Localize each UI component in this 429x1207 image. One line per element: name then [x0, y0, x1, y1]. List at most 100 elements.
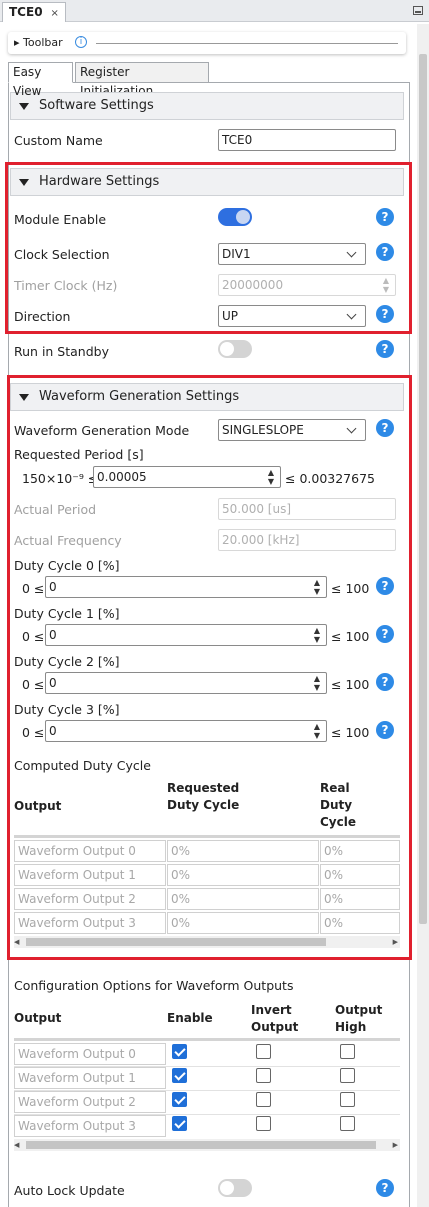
duty-cycle-2-min: 0 ≤ [22, 677, 45, 692]
run-in-standby-toggle[interactable] [218, 340, 252, 358]
enable-checkbox-1[interactable] [172, 1068, 187, 1083]
config-table-scrollbar[interactable]: ◀ ▶ [14, 1139, 400, 1151]
invert-checkbox-2[interactable] [256, 1092, 271, 1107]
direction-dropdown[interactable]: UP [218, 305, 366, 327]
config-header-high: Output High [335, 1003, 383, 1034]
duty-cycle-2-input[interactable]: 0 ▲ ▼ [45, 672, 327, 694]
duty-cycle-0-max: ≤ 100 [331, 581, 370, 596]
timer-clock-label: Timer Clock (Hz) [14, 278, 118, 293]
actual-frequency-value: 20.000 [kHz] [218, 529, 396, 551]
help-icon[interactable]: ? [376, 577, 394, 595]
info-icon[interactable]: i [75, 36, 87, 48]
column-header-requested: Requested Duty Cycle [167, 781, 240, 812]
actual-frequency-label: Actual Frequency [14, 533, 122, 548]
help-icon[interactable]: ? [376, 340, 394, 358]
toggle-knob [220, 342, 234, 356]
help-icon[interactable]: ? [376, 419, 394, 437]
actual-period-value: 50.000 [us] [218, 498, 396, 520]
duty-cycle-0-min: 0 ≤ [22, 581, 45, 596]
config-header-enable: Enable [167, 1011, 213, 1025]
run-in-standby-label: Run in Standby [14, 344, 109, 359]
module-enable-toggle[interactable] [218, 208, 252, 226]
minimize-icon[interactable] [413, 6, 423, 15]
auto-lock-update-label: Auto Lock Update [14, 1183, 125, 1198]
computed-duty-cycle-label: Computed Duty Cycle [14, 758, 151, 773]
high-checkbox-2[interactable] [340, 1092, 355, 1107]
invert-checkbox-3[interactable] [256, 1116, 271, 1131]
invert-checkbox-1[interactable] [256, 1068, 271, 1083]
computed-output-2: Waveform Output 2 [14, 888, 166, 910]
enable-checkbox-2[interactable] [172, 1092, 187, 1107]
computed-real-3: 0% [320, 912, 400, 934]
toolbar-label[interactable]: ▸ Toolbar [14, 36, 63, 49]
computed-requested-0: 0% [167, 840, 319, 862]
column-header-output: Output [14, 799, 62, 813]
waveform-mode-dropdown[interactable]: SINGLESLOPE [218, 419, 366, 441]
duty-cycle-0-input[interactable]: 0 ▲ ▼ [45, 576, 327, 598]
tab-easy-view[interactable]: Easy View [8, 62, 73, 98]
module-enable-label: Module Enable [14, 212, 107, 227]
help-icon[interactable]: ? [376, 208, 394, 226]
enable-checkbox-3[interactable] [172, 1116, 187, 1131]
requested-period-input[interactable]: 0.00005 ▲ ▼ [93, 466, 281, 488]
duty-cycle-3-min: 0 ≤ [22, 725, 45, 740]
help-icon[interactable]: ? [376, 243, 394, 261]
duty-cycle-1-label: Duty Cycle 1 [%] [14, 606, 120, 621]
hardware-settings-header[interactable]: Hardware Settings [10, 168, 404, 196]
requested-period-min: 150×10⁻⁹ ≤ [22, 471, 99, 486]
duty-cycle-3-input[interactable]: 0 ▲ ▼ [45, 720, 327, 742]
timer-clock-input: 20000000 ▲ ▼ [218, 274, 396, 296]
waveform-mode-label: Waveform Generation Mode [14, 423, 190, 438]
computed-real-1: 0% [320, 864, 400, 886]
actual-period-label: Actual Period [14, 502, 97, 517]
tab-close-icon[interactable]: × [51, 8, 59, 19]
config-header-invert: Invert Output [251, 1003, 299, 1034]
vertical-scrollbar[interactable] [417, 24, 429, 1207]
scrollbar-thumb[interactable] [419, 54, 427, 924]
config-output-1: Waveform Output 1 [14, 1067, 166, 1089]
help-icon[interactable]: ? [376, 305, 394, 323]
editor-tab-bar: TCE0 × [0, 0, 429, 22]
help-icon[interactable]: ? [376, 625, 394, 643]
help-icon[interactable]: ? [376, 721, 394, 739]
duty-cycle-1-input[interactable]: 0 ▲ ▼ [45, 624, 327, 646]
help-icon[interactable]: ? [376, 1179, 394, 1197]
waveform-settings-header[interactable]: Waveform Generation Settings [10, 383, 404, 411]
invert-checkbox-0[interactable] [256, 1044, 271, 1059]
config-header-divider [14, 1038, 400, 1041]
high-checkbox-0[interactable] [340, 1044, 355, 1059]
computed-output-3: Waveform Output 3 [14, 912, 166, 934]
duty-cycle-0-label: Duty Cycle 0 [%] [14, 558, 120, 573]
software-settings-header[interactable]: Software Settings [10, 92, 404, 120]
computed-requested-1: 0% [167, 864, 319, 886]
toggle-knob [236, 210, 250, 224]
tab-title: TCE0 [9, 5, 43, 19]
clock-selection-label: Clock Selection [14, 247, 110, 262]
config-output-3: Waveform Output 3 [14, 1115, 166, 1137]
duty-cycle-1-max: ≤ 100 [331, 629, 370, 644]
table-header-divider [14, 835, 400, 838]
computed-table-scrollbar[interactable]: ◀ ▶ [14, 936, 400, 948]
computed-real-0: 0% [320, 840, 400, 862]
clock-selection-dropdown[interactable]: DIV1 [218, 243, 366, 265]
high-checkbox-3[interactable] [340, 1116, 355, 1131]
computed-real-2: 0% [320, 888, 400, 910]
duty-cycle-3-max: ≤ 100 [331, 725, 370, 740]
divider [96, 43, 398, 44]
auto-lock-update-toggle[interactable] [218, 1179, 252, 1197]
computed-output-1: Waveform Output 1 [14, 864, 166, 886]
computed-requested-3: 0% [167, 912, 319, 934]
config-options-label: Configuration Options for Waveform Outpu… [14, 978, 294, 993]
duty-cycle-3-label: Duty Cycle 3 [%] [14, 702, 120, 717]
computed-requested-2: 0% [167, 888, 319, 910]
direction-label: Direction [14, 309, 71, 324]
config-header-output: Output [14, 1011, 62, 1025]
custom-name-input[interactable]: TCE0 [218, 129, 396, 151]
tab-tce0[interactable]: TCE0 × [2, 2, 66, 22]
help-icon[interactable]: ? [376, 673, 394, 691]
toolbar-section[interactable]: ▸ Toolbar i [8, 32, 406, 54]
high-checkbox-1[interactable] [340, 1068, 355, 1083]
enable-checkbox-0[interactable] [172, 1044, 187, 1059]
tab-register-initialization[interactable]: Register Initialization [75, 62, 209, 98]
requested-period-label: Requested Period [s] [14, 447, 144, 462]
